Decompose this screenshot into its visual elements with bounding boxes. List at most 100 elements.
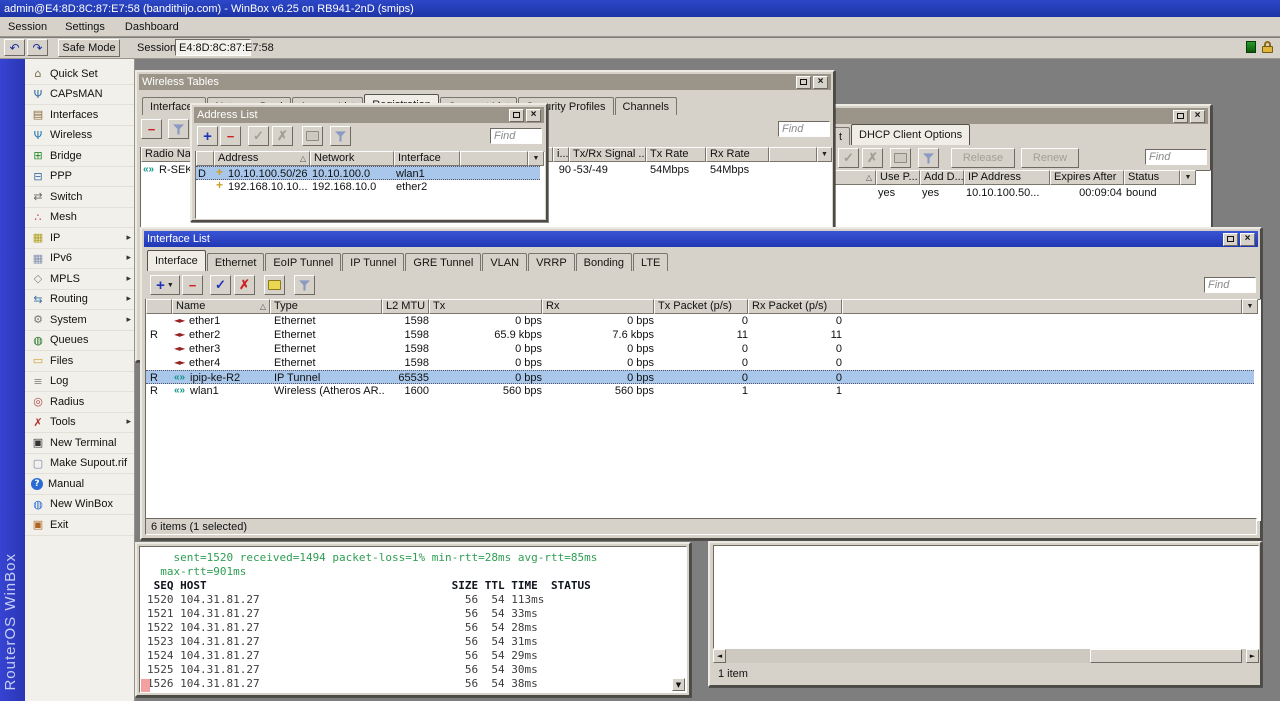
filter-button[interactable]: [330, 126, 351, 146]
address-row-selected[interactable]: D + 10.10.100.50/26 10.10.100.0 wlan1: [196, 166, 540, 180]
horizontal-scrollbar[interactable]: ◄ ►: [713, 649, 1259, 663]
sidebar-item-ip[interactable]: ▦IP▸: [25, 228, 134, 249]
dhcp-col-status[interactable]: Status: [1124, 170, 1180, 185]
wireless-tables-titlebar[interactable]: Wireless Tables ×: [139, 74, 831, 90]
scroll-right-icon[interactable]: ►: [1246, 649, 1259, 663]
list-area[interactable]: [713, 545, 1259, 649]
undo-button[interactable]: ↶: [4, 39, 25, 56]
tab-interface[interactable]: Interface: [147, 250, 206, 271]
sidebar-item-bridge[interactable]: ⊞Bridge: [25, 146, 134, 167]
app-titlebar[interactable]: admin@E4:8D:8C:87:E7:58 (bandithijo.com)…: [0, 0, 1280, 17]
disable-button[interactable]: ✗: [234, 275, 255, 295]
col-txrx-signal[interactable]: Tx/Rx Signal ...: [569, 147, 646, 162]
sidebar-item-interfaces[interactable]: ▤Interfaces: [25, 105, 134, 126]
sidebar-item-ppp[interactable]: ⊟PPP: [25, 167, 134, 188]
col-menu[interactable]: ▼: [528, 151, 544, 166]
col-menu[interactable]: ▼: [1242, 299, 1258, 314]
sidebar-item-wireless[interactable]: ΨWireless: [25, 126, 134, 147]
session-field[interactable]: E4:8D:8C:87:E7:58: [175, 39, 251, 56]
release-button[interactable]: Release: [951, 148, 1015, 168]
tab-dhcp-client-options[interactable]: DHCP Client Options: [851, 124, 970, 145]
sidebar-item-log[interactable]: ≡Log: [25, 372, 134, 393]
tab-channels[interactable]: Channels: [615, 97, 677, 115]
safe-mode-button[interactable]: Safe Mode: [58, 39, 120, 57]
scroll-down-icon[interactable]: ▼: [672, 678, 685, 691]
sidebar-item-files[interactable]: ▭Files: [25, 351, 134, 372]
maximize-icon[interactable]: [1173, 110, 1188, 123]
add-button[interactable]: +: [197, 126, 218, 146]
interface-row[interactable]: ◄► ether3 Ethernet 1598 0 bps 0 bps 0 0: [146, 342, 1254, 356]
col-name[interactable]: Name△: [172, 299, 270, 314]
col-tx-rate[interactable]: Tx Rate: [646, 147, 706, 162]
col-radio-name[interactable]: Radio Name: [141, 147, 193, 162]
col-rx-rate[interactable]: Rx Rate: [706, 147, 769, 162]
col-l2mtu[interactable]: L2 MTU: [382, 299, 429, 314]
maximize-icon[interactable]: [509, 109, 524, 122]
interface-row-selected[interactable]: R «» ipip-ke-R2 IP Tunnel 65535 0 bps 0 …: [146, 370, 1254, 384]
sidebar-item-system[interactable]: ⚙System▸: [25, 310, 134, 331]
enable-button[interactable]: ✓: [210, 275, 231, 295]
sidebar-item-ipv6[interactable]: ▦IPv6▸: [25, 249, 134, 270]
interface-row[interactable]: ◄► ether4 Ethernet 1598 0 bps 0 bps 0 0: [146, 356, 1254, 370]
menu-dashboard[interactable]: Dashboard: [115, 21, 189, 33]
tab-ethernet[interactable]: Ethernet: [207, 253, 265, 271]
interface-row[interactable]: ◄► ether1 Ethernet 1598 0 bps 0 bps 0 0: [146, 314, 1254, 328]
sidebar-item-make-supout[interactable]: ▢Make Supout.rif: [25, 454, 134, 475]
interface-list-titlebar[interactable]: Interface List ×: [144, 231, 1258, 247]
col-type[interactable]: Type: [270, 299, 382, 314]
sidebar-item-new-winbox[interactable]: ◍New WinBox: [25, 495, 134, 516]
col-signal-strength[interactable]: i...: [553, 147, 569, 162]
tab-bonding[interactable]: Bonding: [576, 253, 632, 271]
dhcp-col-use-peer[interactable]: Use P...: [876, 170, 920, 185]
col-menu[interactable]: ▼: [817, 147, 832, 162]
tab-vlan[interactable]: VLAN: [482, 253, 527, 271]
col-address[interactable]: Address△: [214, 151, 310, 166]
maximize-icon[interactable]: [1223, 233, 1238, 246]
add-dropdown-button[interactable]: +▼: [150, 275, 180, 295]
close-icon[interactable]: ×: [526, 109, 541, 122]
tab-lte[interactable]: LTE: [633, 253, 668, 271]
filter-button[interactable]: [294, 275, 315, 295]
filter-button[interactable]: [918, 148, 939, 168]
dhcp-col-menu[interactable]: ▼: [1180, 170, 1196, 185]
comment-button[interactable]: [302, 126, 323, 146]
interface-row[interactable]: R «» wlan1 Wireless (Atheros AR... 1600 …: [146, 384, 1254, 398]
tab-eoip-tunnel[interactable]: EoIP Tunnel: [265, 253, 341, 271]
comment-button[interactable]: [264, 275, 285, 295]
interface-find-input[interactable]: [1204, 277, 1256, 293]
col-rx-packet[interactable]: Rx Packet (p/s): [748, 299, 842, 314]
menu-settings[interactable]: Settings: [55, 21, 115, 33]
scroll-left-icon[interactable]: ◄: [713, 649, 726, 663]
maximize-icon[interactable]: [796, 76, 811, 89]
address-list-titlebar[interactable]: Address List ×: [194, 107, 544, 123]
sidebar-item-switch[interactable]: ⇄Switch: [25, 187, 134, 208]
col-tx[interactable]: Tx: [429, 299, 542, 314]
copy-button[interactable]: [890, 148, 911, 168]
sidebar-item-new-terminal[interactable]: ▣New Terminal: [25, 433, 134, 454]
tab-ip-tunnel[interactable]: IP Tunnel: [342, 253, 404, 271]
close-icon[interactable]: ×: [813, 76, 828, 89]
sidebar-item-capsman[interactable]: ΨCAPsMAN: [25, 85, 134, 106]
sidebar-item-queues[interactable]: ◍Queues: [25, 331, 134, 352]
dhcp-col-ip[interactable]: IP Address: [964, 170, 1050, 185]
scrollbar-thumb[interactable]: [1090, 649, 1242, 663]
sidebar-item-radius[interactable]: ◎Radius: [25, 392, 134, 413]
col-rx[interactable]: Rx: [542, 299, 654, 314]
remove-button[interactable]: −: [220, 126, 241, 146]
sidebar-item-tools[interactable]: ✗Tools▸: [25, 413, 134, 434]
redo-button[interactable]: ↷: [27, 39, 48, 56]
renew-button[interactable]: Renew: [1021, 148, 1079, 168]
filter-button[interactable]: [168, 119, 189, 139]
col-network[interactable]: Network: [310, 151, 394, 166]
apply-button[interactable]: ✓: [838, 148, 859, 168]
menu-session[interactable]: Session: [8, 21, 55, 33]
terminal-output[interactable]: sent=1520 received=1494 packet-loss=1% m…: [139, 546, 687, 693]
col-tx-packet[interactable]: Tx Packet (p/s): [654, 299, 748, 314]
enable-button[interactable]: ✓: [248, 126, 269, 146]
tab-vrrp[interactable]: VRRP: [528, 253, 575, 271]
close-icon[interactable]: ×: [1240, 233, 1255, 246]
tab-gre-tunnel[interactable]: GRE Tunnel: [405, 253, 481, 271]
remove-button[interactable]: −: [182, 275, 203, 295]
sidebar-item-mesh[interactable]: ∴Mesh: [25, 208, 134, 229]
wireless-find-input[interactable]: [778, 121, 830, 137]
